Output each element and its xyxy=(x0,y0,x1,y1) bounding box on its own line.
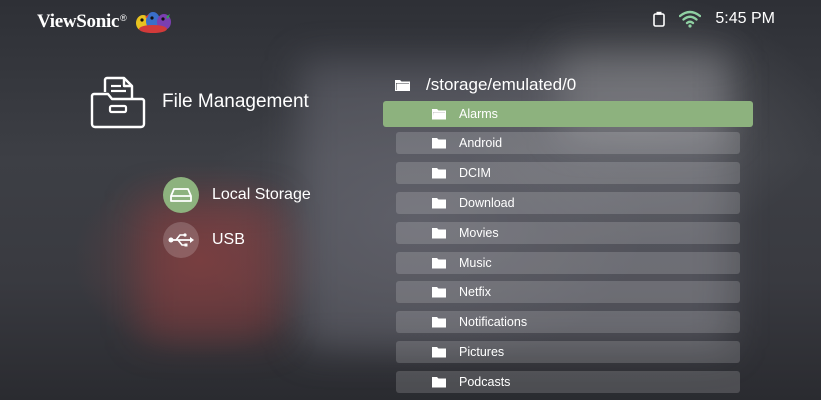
folder-icon xyxy=(432,287,446,298)
file-row-label: Pictures xyxy=(459,345,505,359)
file-row-netfix[interactable]: Netfix xyxy=(396,281,740,303)
file-row-label: Music xyxy=(459,256,492,270)
file-row-label: Notifications xyxy=(459,315,528,329)
folder-icon xyxy=(432,198,446,209)
folder-icon xyxy=(432,109,446,120)
file-row-label: DCIM xyxy=(459,166,491,180)
file-row-dcim[interactable]: DCIM xyxy=(396,162,740,184)
birds-logo-icon xyxy=(135,12,171,33)
file-row-label: Podcasts xyxy=(459,375,511,389)
file-folder-icon xyxy=(90,76,146,129)
hard-drive-icon xyxy=(163,177,199,213)
folder-icon xyxy=(432,377,446,388)
clock-time: 5:45 PM xyxy=(715,10,775,27)
storage-item-local[interactable]: Local Storage xyxy=(163,177,311,213)
folder-icon xyxy=(432,138,446,149)
folder-icon xyxy=(432,258,446,269)
file-row-label: Android xyxy=(459,136,503,150)
file-row-notifications[interactable]: Notifications xyxy=(396,311,740,333)
page-title: File Management xyxy=(162,91,309,112)
file-row-podcasts[interactable]: Podcasts xyxy=(396,371,740,393)
file-management-header: File Management xyxy=(88,72,309,132)
status-bar: 5:45 PM xyxy=(653,10,775,28)
storage-item-label: Local Storage xyxy=(212,186,311,203)
file-row-download[interactable]: Download xyxy=(396,192,740,214)
storage-card-icon xyxy=(653,11,666,27)
wifi-icon xyxy=(679,10,702,28)
file-row-android[interactable]: Android xyxy=(396,132,740,154)
path-label: /storage/emulated/0 xyxy=(426,75,577,94)
storage-item-usb[interactable]: USB xyxy=(163,222,245,258)
file-row-music[interactable]: Music xyxy=(396,252,740,274)
usb-icon xyxy=(163,222,199,258)
file-row-label: Alarms xyxy=(459,107,498,121)
file-row-label: Netfix xyxy=(459,285,491,299)
file-row-movies[interactable]: Movies xyxy=(396,222,740,244)
registered-mark: ® xyxy=(120,13,127,23)
storage-item-label: USB xyxy=(212,231,245,248)
folder-icon xyxy=(395,80,410,91)
file-row-label: Movies xyxy=(459,226,499,240)
background-blur-block xyxy=(140,200,280,340)
folder-icon xyxy=(432,317,446,328)
brand-name: ViewSonic xyxy=(37,11,120,32)
file-row-pictures[interactable]: Pictures xyxy=(396,341,740,363)
folder-icon xyxy=(432,228,446,239)
brand-logo: ViewSonic ® xyxy=(37,9,175,35)
folder-icon xyxy=(432,347,446,358)
current-path: /storage/emulated/0 xyxy=(395,75,576,95)
file-row-label: Download xyxy=(459,196,515,210)
folder-icon xyxy=(432,168,446,179)
file-row-alarms[interactable]: Alarms xyxy=(383,101,753,127)
